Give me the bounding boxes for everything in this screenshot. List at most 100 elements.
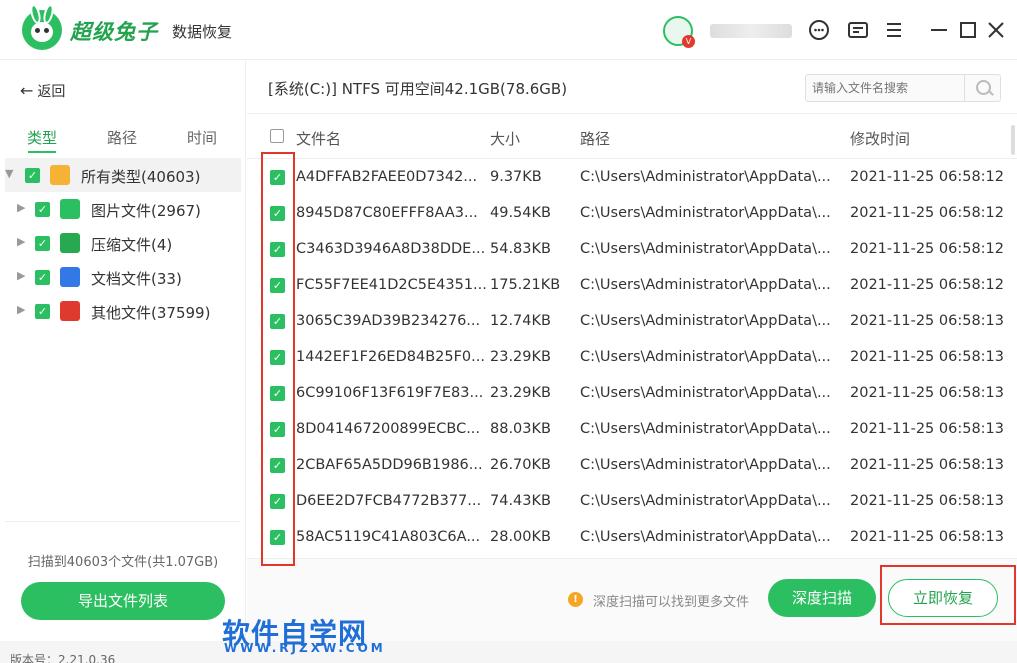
row-checkbox[interactable]: ✓ — [270, 314, 285, 329]
modified-time-cell: 2021-11-25 06:58:13 — [850, 385, 1004, 401]
search-input[interactable] — [806, 75, 964, 101]
caret-right-icon[interactable]: ▶ — [17, 303, 25, 316]
table-row[interactable]: ✓ 8D041467200899ECBC... 88.03KB C:\Users\Ad… — [247, 411, 1007, 447]
menu-icon[interactable] — [882, 18, 906, 42]
checkbox-checked[interactable]: ✓ — [35, 236, 50, 251]
document-file-icon — [60, 267, 80, 287]
row-checkbox[interactable]: ✓ — [270, 458, 285, 473]
modified-time-cell: 2021-11-25 06:58:12 — [850, 205, 1004, 221]
table-row[interactable]: ✓ D6EE2D7FCB4772B377... 74.43KB C:\Users\Ad… — [247, 483, 1007, 519]
customer-service-icon[interactable] — [807, 18, 831, 42]
table-row[interactable]: ✓ FC55F7EE41D2C5E4351... 175.21KB C:\Users\… — [247, 267, 1007, 303]
file-name-cell: A4DFFAB2FAEE0D7342... — [296, 169, 478, 185]
caret-down-icon[interactable]: ▼ — [5, 167, 13, 180]
table-row[interactable]: ✓ C3463D3946A8D38DDE... 54.83KB C:\Users\Ad… — [247, 231, 1007, 267]
maximize-icon[interactable] — [956, 18, 980, 42]
message-icon[interactable] — [846, 18, 870, 42]
back-button[interactable]: ← 返回 — [20, 81, 65, 101]
table-row[interactable]: ✓ 8945D87C80EFFF8AA3... 49.54KB C:\Users\Ad… — [247, 195, 1007, 231]
row-checkbox[interactable]: ✓ — [270, 278, 285, 293]
checkbox-checked[interactable]: ✓ — [25, 168, 40, 183]
version-label: 版本号：2.21.0.36 — [10, 653, 116, 663]
row-checkbox[interactable]: ✓ — [270, 386, 285, 401]
file-path-cell: C:\Users\Administrator\AppData\... — [580, 169, 831, 185]
row-checkbox[interactable]: ✓ — [270, 170, 285, 185]
table-row[interactable]: ✓ 2CBAF65A5DD96B1986... 26.70KB C:\Users\Ad… — [247, 447, 1007, 483]
table-row[interactable]: ✓ A4DFFAB2FAEE0D7342... 9.37KB C:\Users\Adm… — [247, 159, 1007, 195]
modified-time-cell: 2021-11-25 06:58:13 — [850, 493, 1004, 509]
file-size-cell: 74.43KB — [490, 493, 551, 509]
table-row[interactable]: ✓ 1442EF1F26ED84B25F0... 23.29KB C:\Users\A… — [247, 339, 1007, 375]
table-row[interactable]: ✓ 6C99106F13F619F7E83... 23.29KB C:\Users\A… — [247, 375, 1007, 411]
file-name-cell: 1442EF1F26ED84B25F0... — [296, 349, 485, 365]
row-checkbox[interactable]: ✓ — [270, 242, 285, 257]
export-file-list-button[interactable]: 导出文件列表 — [21, 582, 225, 620]
back-label: 返回 — [37, 84, 66, 100]
brand-name: 超级兔子 — [70, 20, 158, 44]
column-header-name[interactable]: 文件名 — [296, 128, 341, 149]
file-size-cell: 54.83KB — [490, 241, 551, 257]
checkbox-checked[interactable]: ✓ — [35, 304, 50, 319]
file-name-cell: 58AC5119C41A803C6A... — [296, 529, 481, 545]
tab-path[interactable]: 路径 — [107, 127, 137, 148]
file-path-cell: C:\Users\Administrator\AppData\... — [580, 205, 831, 221]
checkbox-checked[interactable]: ✓ — [35, 202, 50, 217]
row-checkbox[interactable]: ✓ — [270, 530, 285, 545]
caret-right-icon[interactable]: ▶ — [17, 235, 25, 248]
deep-scan-button[interactable]: 深度扫描 — [768, 579, 876, 617]
file-size-cell: 88.03KB — [490, 421, 551, 437]
recover-now-button[interactable]: 立即恢复 — [888, 579, 998, 617]
search-icon[interactable] — [964, 75, 1000, 101]
modified-time-cell: 2021-11-25 06:58:13 — [850, 349, 1004, 365]
scan-summary: 扫描到40603个文件(共1.07GB) — [27, 555, 219, 570]
file-size-cell: 23.29KB — [490, 385, 551, 401]
divider — [5, 521, 240, 522]
rabbit-logo-icon — [22, 3, 62, 50]
file-size-cell: 12.74KB — [490, 313, 551, 329]
modified-time-cell: 2021-11-25 06:58:13 — [850, 313, 1004, 329]
close-icon[interactable] — [984, 18, 1008, 42]
table-row[interactable]: ✓ 3065C39AD39B234276... 12.74KB C:\Users\Ad… — [247, 303, 1007, 339]
row-checkbox[interactable]: ✓ — [270, 350, 285, 365]
column-header-path[interactable]: 路径 — [580, 128, 610, 149]
minimize-icon[interactable] — [927, 18, 951, 42]
row-checkbox[interactable]: ✓ — [270, 494, 285, 509]
zip-file-icon — [60, 233, 80, 253]
tab-type[interactable]: 类型 — [27, 127, 57, 153]
file-name-cell: 3065C39AD39B234276... — [296, 313, 481, 329]
tree-item-archives[interactable]: ▶ ✓ 压缩文件(4) — [5, 226, 241, 260]
modified-time-cell: 2021-11-25 06:58:13 — [850, 457, 1004, 473]
tree-item-images[interactable]: ▶ ✓ 图片文件(2967) — [5, 192, 241, 226]
tab-time[interactable]: 时间 — [187, 127, 217, 148]
file-size-cell: 49.54KB — [490, 205, 551, 221]
table-row[interactable]: ✓ 58AC5119C41A803C6A... 28.00KB C:\Users\Ad… — [247, 519, 1007, 555]
column-header-modified[interactable]: 修改时间 — [850, 128, 910, 149]
tree-item-label: 所有类型(40603) — [81, 168, 201, 186]
modified-time-cell: 2021-11-25 06:58:13 — [850, 421, 1004, 437]
checkbox-checked[interactable]: ✓ — [35, 270, 50, 285]
watermark-url: WWW.RJZXW.COM — [224, 641, 386, 655]
modified-time-cell: 2021-11-25 06:58:13 — [850, 529, 1004, 545]
search-box — [805, 74, 1001, 102]
row-checkbox[interactable]: ✓ — [270, 206, 285, 221]
tree-item-all-types[interactable]: ▼ ✓ 所有类型(40603) — [5, 158, 241, 192]
tree-item-others[interactable]: ▶ ✓ 其他文件(37599) — [5, 294, 241, 328]
filter-tabs: 类型 路径 时间 — [0, 127, 246, 157]
file-size-cell: 28.00KB — [490, 529, 551, 545]
scrollbar[interactable] — [1011, 125, 1015, 155]
file-path-cell: C:\Users\Administrator\AppData\... — [580, 529, 831, 545]
tree-item-label: 压缩文件(4) — [91, 236, 173, 254]
column-header-size[interactable]: 大小 — [490, 128, 520, 149]
file-path-cell: C:\Users\Administrator\AppData\... — [580, 493, 831, 509]
user-avatar[interactable] — [663, 16, 695, 48]
row-checkbox[interactable]: ✓ — [270, 422, 285, 437]
select-all-checkbox[interactable] — [270, 129, 284, 143]
folder-icon — [50, 165, 70, 185]
file-name-cell: FC55F7EE41D2C5E4351... — [296, 277, 487, 293]
file-path-cell: C:\Users\Administrator\AppData\... — [580, 241, 831, 257]
caret-right-icon[interactable]: ▶ — [17, 201, 25, 214]
table-header: 文件名 大小 路径 修改时间 — [247, 113, 1017, 159]
caret-right-icon[interactable]: ▶ — [17, 269, 25, 282]
tree-item-documents[interactable]: ▶ ✓ 文档文件(33) — [5, 260, 241, 294]
back-arrow-icon: ← — [20, 81, 34, 100]
